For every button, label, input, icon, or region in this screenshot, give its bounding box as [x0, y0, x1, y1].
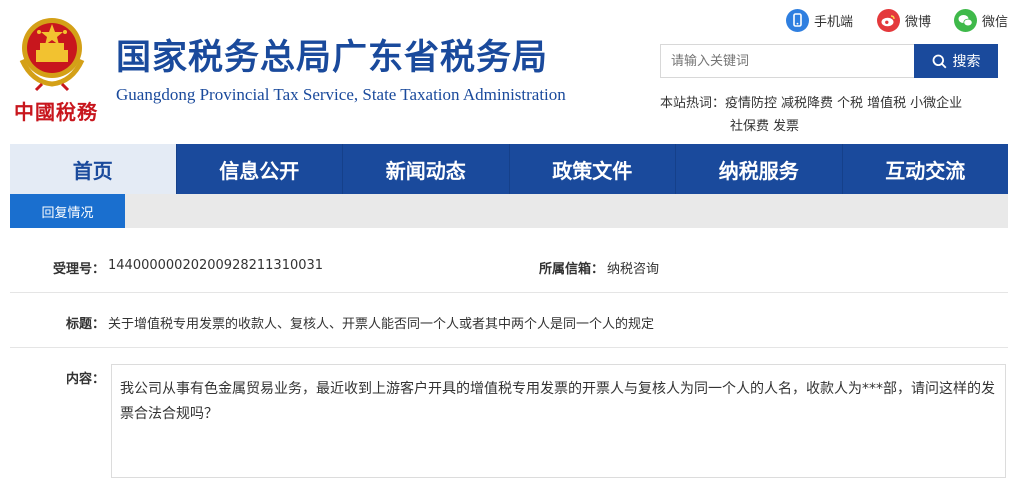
detail-row-title: 标题： 关于增值税专用发票的收款人、复核人、开票人能否同一个人或者其中两个人是同… — [10, 293, 1008, 348]
hot-keyword[interactable]: 小微企业 — [910, 96, 962, 111]
hot-keyword[interactable]: 减税降费 — [781, 96, 833, 111]
wechat-icon — [954, 9, 977, 32]
detail-row-content: 内容： 我公司从事有色金属贸易业务，最近收到上游客户开具的增值税专用发票的开票人… — [10, 348, 1008, 491]
category-value: 纳税咨询 — [607, 262, 660, 277]
content-label: 内容： — [66, 372, 106, 387]
main-nav: 首页 信息公开 新闻动态 政策文件 纳税服务 互动交流 — [10, 144, 1008, 194]
hot-keyword[interactable]: 发票 — [773, 119, 799, 134]
wechat-link[interactable]: 微信 — [954, 9, 1008, 32]
hot-keyword[interactable]: 个税 — [837, 96, 863, 111]
national-emblem-icon[interactable] — [12, 10, 92, 92]
site-subtitle: Guangdong Provincial Tax Service, State … — [116, 85, 566, 104]
title-value: 关于增值税专用发票的收款人、复核人、开票人能否同一个人或者其中两个人是同一个人的… — [108, 317, 655, 332]
search-button-label: 搜索 — [952, 54, 981, 70]
hot-keyword[interactable]: 社保费 — [730, 119, 769, 134]
site-header: 中國稅務 国家税务总局广东省税务局 Guangdong Provincial T… — [0, 0, 1020, 144]
search-input[interactable] — [660, 44, 914, 78]
mobile-link[interactable]: 手机端 — [786, 9, 853, 32]
weibo-link[interactable]: 微博 — [877, 9, 931, 32]
hot-keywords: 本站热词：疫情防控 减税降费 个税 增值税 小微企业 社保费 发票 — [660, 92, 1010, 138]
hot-keywords-label: 本站热词： — [660, 96, 726, 111]
weibo-link-label: 微博 — [905, 15, 932, 30]
nav-interaction[interactable]: 互动交流 — [843, 144, 1009, 194]
nav-news[interactable]: 新闻动态 — [343, 144, 510, 194]
weibo-icon — [877, 9, 900, 32]
category-label: 所属信箱： — [539, 262, 605, 277]
detail-row-meta: 受理号： 14400000020200928211310031 所属信箱： 纳税… — [10, 240, 1008, 293]
tax-logo-text: 中國稅務 — [14, 100, 98, 124]
mobile-icon — [786, 9, 809, 32]
nav-home[interactable]: 首页 — [10, 144, 177, 194]
nav-info-disclosure[interactable]: 信息公开 — [177, 144, 343, 194]
tab-reply-status[interactable]: 回复情况 — [10, 194, 125, 228]
nav-tax-service[interactable]: 纳税服务 — [676, 144, 843, 194]
accept-no-value: 14400000020200928211310031 — [108, 258, 324, 273]
sub-tab-bar: 回复情况 — [10, 194, 1008, 228]
hot-keyword[interactable]: 增值税 — [867, 96, 906, 111]
wechat-link-label: 微信 — [982, 15, 1009, 30]
site-title[interactable]: 国家税务总局广东省税务局 — [116, 36, 548, 80]
nav-policy[interactable]: 政策文件 — [510, 144, 676, 194]
hot-keyword[interactable]: 疫情防控 — [725, 96, 777, 111]
mobile-link-label: 手机端 — [814, 15, 854, 30]
title-label: 标题： — [66, 317, 106, 332]
accept-no-label: 受理号： — [53, 262, 106, 277]
content-text: 我公司从事有色金属贸易业务，最近收到上游客户开具的增值税专用发票的开票人与复核人… — [111, 364, 1006, 478]
search-button[interactable]: 搜索 — [914, 44, 998, 78]
search-icon — [932, 54, 946, 68]
